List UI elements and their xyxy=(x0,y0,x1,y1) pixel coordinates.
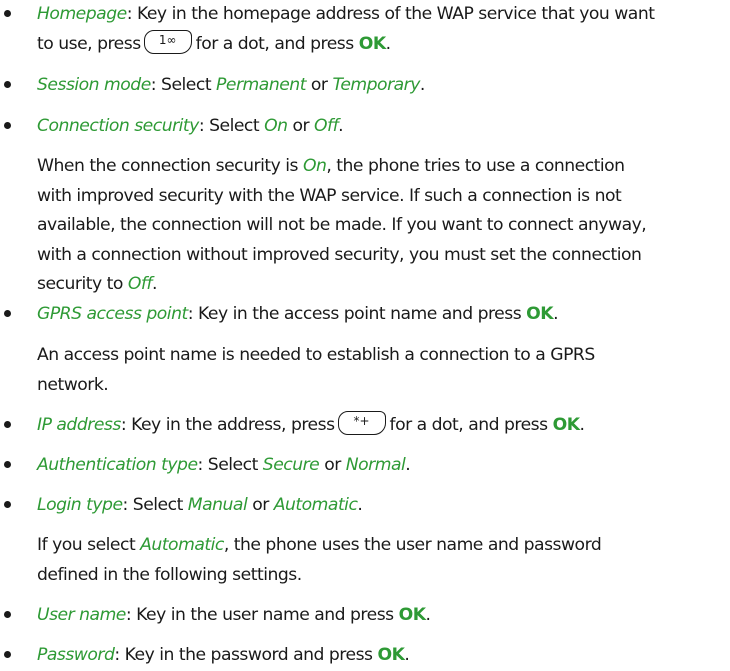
gprs-note: An access point name is needed to establ… xyxy=(37,341,722,400)
item-text: or xyxy=(247,495,274,515)
item-text: to use, press xyxy=(37,33,141,54)
option-temporary: Temporary xyxy=(332,75,420,95)
term-connection-security: Connection security xyxy=(37,116,199,136)
option-off: Off xyxy=(127,274,153,294)
item-text: . xyxy=(579,415,585,435)
item-text: or xyxy=(319,455,346,475)
item-text: for a dot, and press xyxy=(195,33,355,54)
item-text: or xyxy=(287,116,315,136)
item-text: . xyxy=(405,455,411,475)
option-manual: Manual xyxy=(187,495,248,515)
term-user-name: User name xyxy=(37,605,126,625)
bullet-icon xyxy=(4,461,11,468)
note-text: available, the connection will not be ma… xyxy=(37,215,647,235)
item-text: . xyxy=(419,75,425,95)
option-normal: Normal xyxy=(345,455,406,475)
bullet-icon xyxy=(4,651,11,658)
note-text: defined in the following settings. xyxy=(37,564,302,585)
term-session-mode: Session mode xyxy=(37,75,151,95)
item-text: or xyxy=(305,75,333,95)
note-text: If you select xyxy=(37,535,141,555)
manual-page: Homepage: Key in the homepage address of… xyxy=(0,0,730,665)
note-text: , the phone tries to use a connection xyxy=(326,156,625,176)
note-text: An access point name is needed to establ… xyxy=(37,345,595,365)
item-text: : Select xyxy=(197,455,263,475)
note-text: When the connection security is xyxy=(37,156,303,176)
item-text: : Key in the user name and press xyxy=(125,605,399,625)
item-text: . xyxy=(425,605,431,625)
item-text: . xyxy=(338,116,344,136)
option-secure: Secure xyxy=(262,455,320,475)
key-1-icon: 1∞ xyxy=(143,29,192,54)
term-gprs-access-point: GPRS access point xyxy=(37,304,188,324)
option-automatic: Automatic xyxy=(140,535,224,555)
term-authentication-type: Authentication type xyxy=(37,455,198,475)
item-text: . xyxy=(553,304,559,324)
term-homepage: Homepage xyxy=(37,4,127,24)
option-automatic: Automatic xyxy=(273,495,358,515)
bullet-icon xyxy=(4,122,11,129)
item-text: for a dot, and press xyxy=(389,415,549,435)
note-text: security to xyxy=(37,274,128,294)
note-text: , the phone uses the user name and passw… xyxy=(223,535,602,555)
term-ip-address: IP address xyxy=(37,415,121,435)
item-text: : Select xyxy=(150,75,217,95)
item-text: : Key in the access point name and press xyxy=(187,304,527,324)
note-text: . xyxy=(151,274,157,294)
bullet-icon xyxy=(4,10,11,17)
bullet-icon xyxy=(4,611,11,618)
note-text: with improved security with the WAP serv… xyxy=(37,185,622,206)
item-text: . xyxy=(357,495,363,515)
ok-label: OK xyxy=(377,645,405,665)
item-text: . xyxy=(385,33,391,54)
option-on: On xyxy=(264,116,288,136)
ok-label: OK xyxy=(552,415,580,435)
login-note: If you select Automatic, the phone uses … xyxy=(37,531,722,590)
ok-label: OK xyxy=(398,605,426,625)
bullet-icon xyxy=(4,501,11,508)
ok-label: OK xyxy=(526,304,554,324)
item-text: . xyxy=(404,645,410,665)
option-on: On xyxy=(302,156,327,176)
ok-label: OK xyxy=(358,33,386,54)
option-permanent: Permanent xyxy=(216,75,306,95)
item-text: : Select xyxy=(122,495,188,515)
security-note: When the connection security is On, the … xyxy=(37,152,722,300)
bullet-icon xyxy=(4,81,11,88)
note-text: with a connection without improved secur… xyxy=(37,244,642,265)
note-text: network. xyxy=(37,374,109,395)
item-text: : Key in the homepage address of the WAP… xyxy=(126,4,655,24)
bullet-icon xyxy=(4,310,11,317)
item-text: : Select xyxy=(198,116,265,136)
term-login-type: Login type xyxy=(37,495,123,515)
term-password: Password xyxy=(37,645,115,665)
bullet-icon xyxy=(4,421,11,428)
option-off: Off xyxy=(314,116,339,136)
item-text: : Key in the address, press xyxy=(120,415,335,435)
item-text: : Key in the password and press xyxy=(114,645,378,665)
key-star-icon: *+ xyxy=(337,411,386,435)
